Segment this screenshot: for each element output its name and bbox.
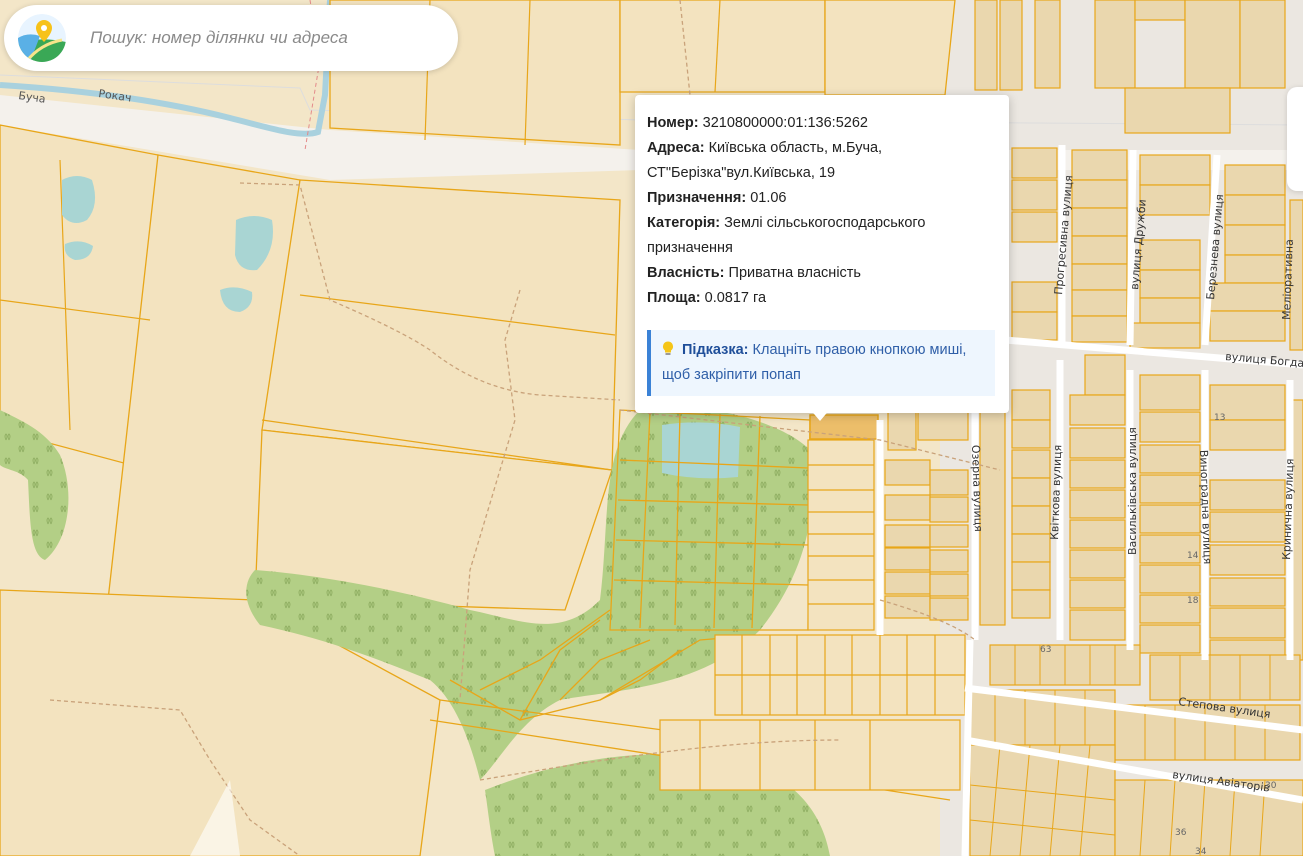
parcel-category-label: Категорія: (647, 215, 721, 231)
house-number: 13 (1214, 413, 1225, 423)
popup-pointer (809, 408, 831, 421)
side-controls-panel[interactable] (1287, 87, 1303, 191)
parcel-purpose-row: Призначення: 01.06 (647, 186, 997, 211)
parcel-number-label: Номер: (647, 115, 699, 131)
parcel-ownership-value: Приватна власність (728, 265, 861, 281)
parcel-number-value: 3210800000:01:136:5262 (702, 115, 868, 131)
parcel-info-popup[interactable]: Номер: 3210800000:01:136:5262 Адреса: Ки… (635, 95, 1009, 413)
parcel-purpose-value: 01.06 (750, 190, 787, 206)
house-number: 63 (1040, 645, 1051, 655)
map-pin-logo-icon[interactable] (18, 14, 66, 62)
hint-box: Підказка: Клацніть правою кнопкою миші, … (647, 330, 995, 396)
parcel-area-value: 0.0817 га (704, 290, 767, 306)
parcel-category-row: Категорія: Землі сільськогосподарського … (647, 211, 997, 261)
house-number: 18 (1187, 596, 1199, 606)
house-number: 14 (1187, 551, 1199, 561)
search-bar[interactable] (4, 5, 458, 71)
parcel-address-row: Адреса: Київська область, м.Буча, СТ"Бер… (647, 136, 997, 186)
hint-label: Підказка: (682, 342, 749, 358)
parcel-ownership-label: Власність: (647, 265, 725, 281)
parcel-address-label: Адреса: (647, 140, 705, 156)
lightbulb-icon (663, 341, 673, 355)
street-label-vasylkivska: Васильківська вулиця (1126, 427, 1139, 555)
search-input[interactable] (88, 27, 432, 49)
parcel-area-row: Площа: 0.0817 га (647, 286, 997, 311)
parcel-ownership-row: Власність: Приватна власність (647, 261, 997, 286)
parcel-number-row: Номер: 3210800000:01:136:5262 (647, 111, 997, 136)
house-number: 36 (1175, 828, 1187, 838)
parcel-purpose-label: Призначення: (647, 190, 747, 206)
house-number: 34 (1195, 847, 1207, 856)
house-number: 30 (1265, 781, 1277, 791)
parcel-area-label: Площа: (647, 290, 701, 306)
